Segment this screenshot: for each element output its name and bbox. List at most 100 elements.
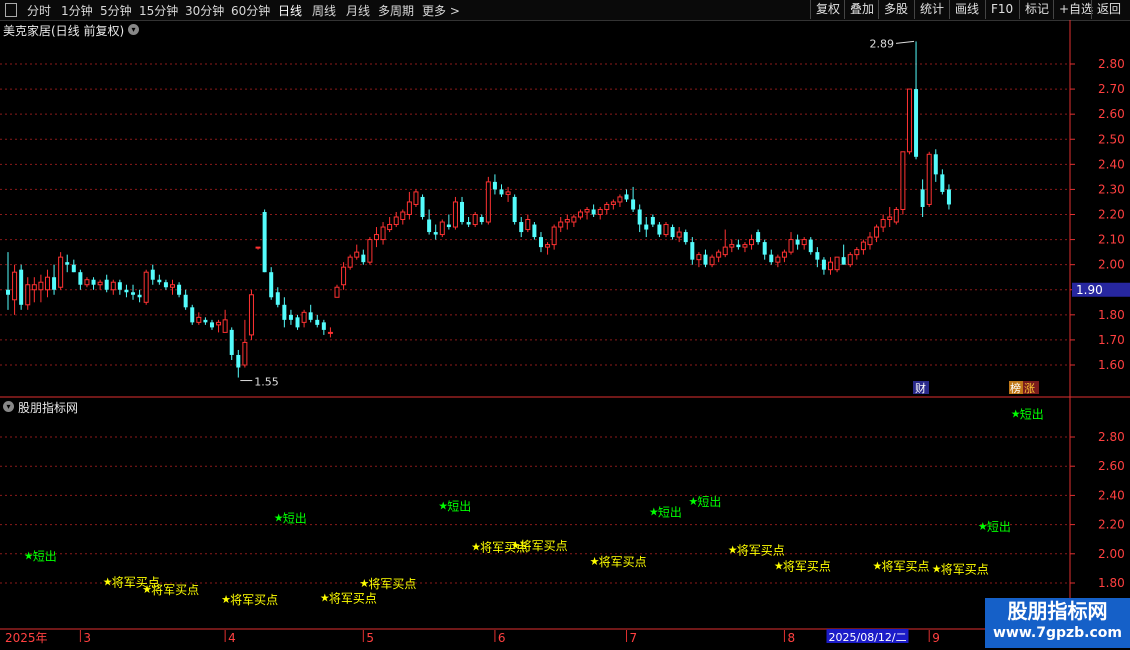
tab-period-fenshi[interactable]: 分时 [27, 2, 51, 19]
candle-body [367, 239, 373, 263]
candle-body [834, 256, 840, 271]
tab-period-multi[interactable]: 多周期 [378, 2, 414, 19]
candle-body [657, 224, 662, 235]
candle-body [499, 189, 504, 195]
candle-body [25, 284, 31, 306]
candle-body [433, 232, 438, 235]
indicator-tick-label: 2.20 [1098, 518, 1125, 532]
candle-body [315, 319, 320, 325]
indicator-tick-label: 1.80 [1098, 576, 1125, 590]
mark-button[interactable]: 标记 [1019, 0, 1054, 19]
tab-period-more[interactable]: 更多 > [422, 2, 460, 19]
y-tick-label: 2.60 [1098, 107, 1125, 121]
buy-signal-label: 将军买点 [368, 577, 416, 591]
x-tick-label: 2025年 [5, 631, 48, 645]
candle-body [808, 239, 813, 253]
candle-body [203, 319, 208, 323]
candle-body [946, 189, 951, 205]
candle-body [84, 279, 90, 286]
candle-body [729, 244, 735, 248]
candle-body [460, 201, 465, 223]
candle-body [452, 201, 458, 228]
y-tick-label: 1.70 [1098, 333, 1125, 347]
candle-body [564, 219, 570, 223]
candle-body [143, 271, 149, 303]
candle-body [722, 246, 728, 256]
candle-body [525, 219, 531, 231]
tab-period-1min[interactable]: 1分钟 [61, 2, 93, 19]
x-tick-label: 4 [228, 631, 236, 645]
candle-body [209, 322, 214, 328]
candle-body [466, 222, 471, 225]
y-tick-label: 2.10 [1098, 233, 1125, 247]
multi-stock-button[interactable]: 多股 [878, 0, 913, 19]
candle-body [170, 284, 175, 288]
candle-body [110, 281, 116, 291]
statistics-button[interactable]: 统计 [914, 0, 949, 19]
indicator-tick-label: 2.60 [1098, 459, 1125, 473]
candle-body [709, 256, 715, 266]
candle-body [420, 196, 425, 218]
candle-body [163, 282, 168, 288]
candle-body [874, 226, 880, 238]
draw-line-button[interactable]: 画线 [949, 0, 984, 19]
low-label: 1.55 [254, 376, 278, 389]
candle-body [644, 224, 649, 230]
overlay-button[interactable]: 叠加 [844, 0, 879, 19]
f10-button[interactable]: F10 [985, 0, 1018, 19]
candle-body [624, 194, 629, 200]
tab-period-30min[interactable]: 30分钟 [185, 2, 224, 19]
tab-period-weekly[interactable]: 周线 [312, 2, 336, 19]
y-tick-label: 2.50 [1098, 132, 1125, 146]
fuquan-button[interactable]: 复权 [810, 0, 845, 19]
candle-body [12, 271, 18, 301]
candle-body [788, 239, 794, 253]
candle-body [775, 256, 781, 263]
candle-body [696, 254, 702, 261]
buy-signal-label: 将军买点 [599, 555, 647, 569]
candle-body [117, 282, 122, 290]
kline-chart[interactable]: 1.60 1.70 1.80 1.90 2.00 2.10 2.20 2.30 2.40 2.50… [0, 20, 1130, 650]
candle-body [880, 219, 886, 228]
tab-period-monthly[interactable]: 月线 [346, 2, 370, 19]
period-toolbar: 分时 1分钟 5分钟 15分钟 30分钟 60分钟 日线 周线 月线 多周期 更… [0, 0, 1130, 21]
x-tick-label: 3 [83, 631, 91, 645]
candle-body [663, 224, 669, 236]
x-tick-label: 9 [932, 631, 940, 645]
candle-body [604, 203, 610, 210]
candle-body [610, 201, 616, 205]
zhang-badge-label: 涨 [1024, 382, 1035, 395]
candle-body [222, 319, 228, 333]
back-button[interactable]: 返回 [1091, 0, 1126, 19]
candle-body [676, 231, 682, 238]
candle-body [801, 239, 807, 246]
tab-period-15min[interactable]: 15分钟 [139, 2, 178, 19]
candle-body [769, 254, 774, 263]
candle-body [637, 209, 642, 225]
candle-body [650, 217, 655, 225]
sell-signal-label: 短出 [33, 549, 57, 563]
candle-body [736, 244, 741, 248]
candle-body [815, 252, 820, 260]
tab-period-daily[interactable]: 日线 [278, 2, 302, 19]
back-icon[interactable] [5, 3, 17, 17]
date-highlight-label: 2025/08/12/二 [829, 631, 907, 644]
bang-badge-label: 榜 [1010, 381, 1021, 395]
tab-period-60min[interactable]: 60分钟 [231, 2, 270, 19]
candle-body [828, 261, 833, 271]
y-tick-label: 2.20 [1098, 208, 1125, 222]
candle-body [867, 236, 873, 246]
y-tick-label: 1.80 [1098, 308, 1125, 322]
candle-body [406, 201, 412, 215]
high-arrow [895, 40, 915, 44]
candle-body [446, 224, 451, 228]
candle-body [150, 269, 155, 280]
candle-body [914, 89, 919, 157]
candle-body [670, 227, 675, 238]
candle-body [617, 196, 623, 203]
candle-body [131, 292, 136, 295]
candle-body [841, 257, 846, 265]
tab-period-5min[interactable]: 5分钟 [100, 2, 132, 19]
candle-body [288, 314, 293, 320]
candle-body [19, 269, 24, 305]
